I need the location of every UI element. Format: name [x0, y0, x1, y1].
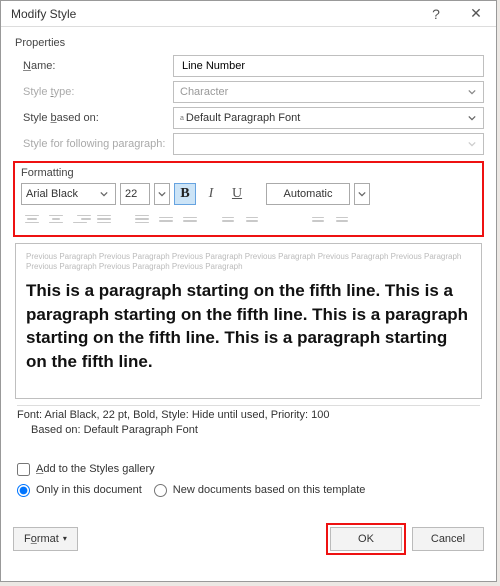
add-to-gallery-label: Add to the Styles gallery	[36, 463, 155, 475]
align-justify-icon[interactable]	[93, 209, 115, 229]
spacing-15-icon[interactable]	[155, 209, 177, 229]
based-on-select[interactable]: a Default Paragraph Font	[173, 107, 484, 129]
font-size-combo[interactable]: 22	[120, 183, 150, 205]
add-to-gallery-option[interactable]: Add to the Styles gallery	[17, 463, 480, 476]
preview-main-text: This is a paragraph starting on the fift…	[26, 279, 471, 374]
space-before-icon[interactable]	[217, 209, 239, 229]
modify-style-dialog: Modify Style ? ✕ Properties Name: Style …	[0, 0, 497, 582]
row-following: Style for following paragraph:	[13, 133, 484, 155]
bold-button[interactable]: B	[174, 183, 196, 205]
help-button[interactable]: ?	[416, 1, 456, 27]
formatting-highlight: Formatting Arial Black 22 B I U Automati…	[13, 161, 484, 237]
chevron-down-icon	[461, 84, 483, 100]
new-docs-option[interactable]: New documents based on this template	[154, 484, 366, 497]
formatting-label: Formatting	[21, 167, 476, 179]
formatting-toolbar-row2	[21, 209, 476, 229]
ok-button[interactable]: OK	[330, 527, 402, 551]
spacing-2-icon[interactable]	[179, 209, 201, 229]
indent-increase-icon[interactable]	[331, 209, 353, 229]
spacing-1-icon[interactable]	[131, 209, 153, 229]
preview-ghost-text: Previous Paragraph Previous Paragraph Pr…	[26, 252, 471, 273]
font-color-label: Automatic	[284, 188, 333, 200]
font-name-value: Arial Black	[26, 188, 93, 200]
align-right-icon[interactable]	[69, 209, 91, 229]
chevron-down-icon	[93, 184, 115, 204]
ok-highlight: OK	[326, 523, 406, 555]
indent-decrease-icon[interactable]	[307, 209, 329, 229]
font-size-chevron[interactable]	[154, 183, 170, 205]
chevron-down-icon	[461, 110, 483, 126]
close-icon: ✕	[470, 5, 482, 22]
desc-line1: Font: Arial Black, 22 pt, Bold, Style: H…	[17, 408, 480, 423]
dialog-title: Modify Style	[11, 7, 416, 21]
font-name-combo[interactable]: Arial Black	[21, 183, 116, 205]
following-select	[173, 133, 484, 155]
options: Add to the Styles gallery Only in this d…	[13, 463, 484, 501]
space-after-icon[interactable]	[241, 209, 263, 229]
only-document-label: Only in this document	[36, 484, 142, 496]
only-document-option[interactable]: Only in this document	[17, 484, 142, 497]
align-left-icon[interactable]	[21, 209, 43, 229]
style-preview: Previous Paragraph Previous Paragraph Pr…	[15, 243, 482, 399]
following-label: Style for following paragraph:	[13, 138, 173, 150]
style-type-select[interactable]: Character	[173, 81, 484, 103]
name-input[interactable]	[180, 59, 477, 73]
based-on-marker: a	[180, 115, 184, 122]
dialog-footer: Format ▾ OK Cancel	[1, 513, 496, 567]
properties-section-label: Properties	[15, 37, 484, 49]
new-docs-label: New documents based on this template	[173, 484, 366, 496]
font-color-chevron[interactable]	[354, 183, 370, 205]
dialog-body: Properties Name: Style type: Character S…	[1, 27, 496, 513]
font-color-combo[interactable]: Automatic	[266, 183, 350, 205]
formatting-toolbar-row1: Arial Black 22 B I U Automatic	[21, 183, 476, 205]
font-size-value: 22	[125, 188, 149, 200]
only-document-radio[interactable]	[17, 484, 30, 497]
row-name: Name:	[13, 55, 484, 77]
style-type-label: Style type:	[13, 86, 173, 98]
format-button[interactable]: Format ▾	[13, 527, 78, 551]
scope-radios: Only in this document New documents base…	[17, 480, 480, 501]
style-description: Font: Arial Black, 22 pt, Bold, Style: H…	[17, 405, 480, 439]
name-label: Name:	[13, 60, 173, 72]
style-type-value: Character	[180, 86, 461, 98]
row-style-type: Style type: Character	[13, 81, 484, 103]
titlebar: Modify Style ? ✕	[1, 1, 496, 27]
name-field[interactable]	[173, 55, 484, 77]
based-on-label: Style based on:	[13, 112, 173, 124]
italic-button[interactable]: I	[200, 183, 222, 205]
dropdown-icon: ▾	[63, 534, 67, 543]
based-on-value: Default Paragraph Font	[186, 112, 461, 124]
align-center-icon[interactable]	[45, 209, 67, 229]
underline-button[interactable]: U	[226, 183, 248, 205]
chevron-down-icon	[461, 136, 483, 152]
close-button[interactable]: ✕	[456, 1, 496, 27]
row-based-on: Style based on: a Default Paragraph Font	[13, 107, 484, 129]
cancel-button[interactable]: Cancel	[412, 527, 484, 551]
add-to-gallery-checkbox[interactable]	[17, 463, 30, 476]
new-docs-radio[interactable]	[154, 484, 167, 497]
desc-line2: Based on: Default Paragraph Font	[17, 423, 480, 438]
